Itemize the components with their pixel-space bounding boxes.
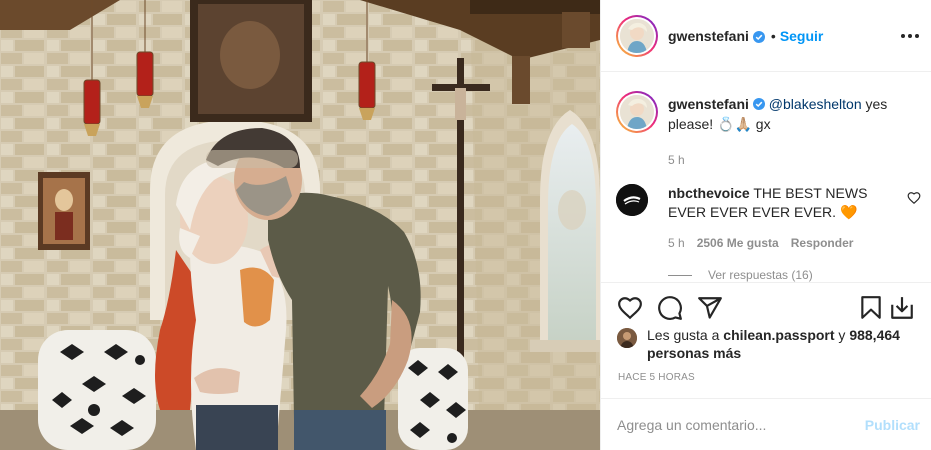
verified-badge-icon (752, 30, 765, 43)
view-replies-label: Ver respuestas (16) (708, 268, 813, 282)
post-header: gwenstefani • Seguir (601, 0, 931, 72)
comment-item: nbcthevoice THE BEST NEWS EVER EVER EVER… (616, 181, 921, 250)
post-timestamp[interactable]: HACE 5 HORAS (618, 372, 695, 383)
post-photo[interactable] (0, 0, 600, 450)
comment-input[interactable] (617, 416, 857, 433)
patterned-chair-right (398, 348, 468, 450)
liker-username[interactable]: chilean.passport (723, 327, 834, 343)
likes-summary: Les gusta a chilean.passport y 988,464 p… (617, 326, 917, 362)
paper-plane-icon[interactable] (697, 295, 723, 321)
comment-likes[interactable]: 2506 Me gusta (697, 236, 779, 250)
post-caption: gwenstefani @blakeshelton yes please! 💍🙏… (616, 89, 916, 170)
post-sidebar: gwenstefani • Seguir gwenstefani @blakes… (600, 0, 931, 450)
commenter-avatar[interactable] (616, 184, 648, 216)
likes-middle: y (834, 327, 850, 343)
author-username[interactable]: gwenstefani (668, 28, 749, 44)
publish-button[interactable]: Publicar (865, 417, 920, 433)
caption-time[interactable]: 5 h (668, 150, 916, 170)
follow-button[interactable]: Seguir (780, 28, 824, 44)
comment-text: nbcthevoice THE BEST NEWS EVER EVER EVER… (668, 181, 892, 222)
comment-meta: 5 h 2506 Me gusta Responder (668, 236, 921, 250)
verified-badge-icon (752, 95, 765, 110)
replies-divider (668, 274, 692, 276)
chapel-kiss-photo (0, 0, 600, 450)
author-avatar[interactable] (616, 14, 658, 57)
view-replies-button[interactable]: Ver respuestas (16) (668, 268, 813, 282)
comments-section[interactable]: gwenstefani @blakeshelton yes please! 💍🙏… (601, 72, 931, 282)
likes-prefix: Les gusta a (647, 327, 724, 343)
more-options-icon[interactable] (900, 26, 920, 46)
separator-dot: • (770, 27, 776, 44)
bookmark-icon[interactable] (858, 295, 884, 321)
heart-icon[interactable] (617, 295, 643, 321)
avatar-image (620, 18, 654, 53)
comment-like-heart-icon[interactable] (907, 191, 921, 205)
liker-avatar[interactable] (617, 328, 637, 348)
reply-button[interactable]: Responder (791, 236, 854, 250)
caption-mention[interactable]: @blakeshelton (769, 96, 862, 112)
comment-time[interactable]: 5 h (668, 236, 685, 250)
comment-bubble-icon[interactable] (657, 295, 683, 321)
commenter-username[interactable]: nbcthevoice (668, 185, 750, 201)
caption-text: gwenstefani @blakeshelton yes please! 💍🙏… (668, 89, 916, 170)
instagram-post: gwenstefani • Seguir gwenstefani @blakes… (0, 0, 931, 450)
caption-author-avatar[interactable] (616, 91, 658, 133)
action-bar (601, 282, 931, 332)
download-icon[interactable] (889, 295, 915, 321)
patterned-chair-left (38, 330, 156, 450)
caption-username[interactable]: gwenstefani (668, 96, 749, 112)
add-comment-bar: Publicar (601, 398, 931, 450)
